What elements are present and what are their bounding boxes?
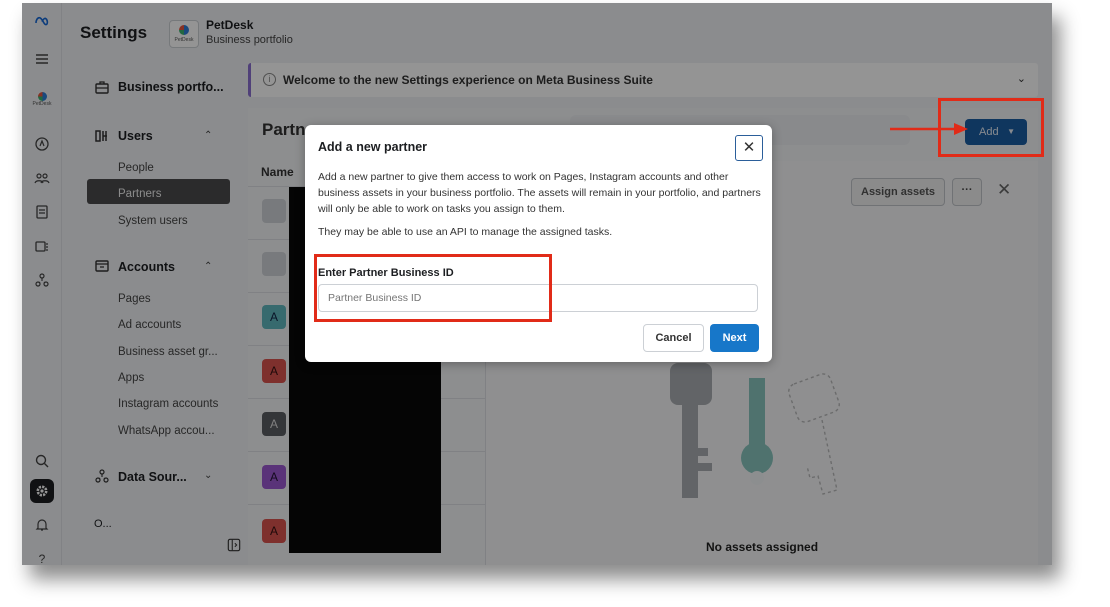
cancel-button[interactable]: Cancel (643, 324, 704, 352)
dialog-api-note: They may be able to use an API to manage… (318, 226, 613, 238)
arrow-right-icon (890, 123, 968, 135)
close-dialog-button[interactable]: ✕ (735, 135, 763, 161)
highlight-box-partner-id (314, 254, 552, 322)
next-button[interactable]: Next (710, 324, 759, 352)
settings-page: PetDesk ? Settings PetDesk PetDesk Busin… (22, 3, 1052, 565)
dialog-title: Add a new partner (318, 140, 428, 154)
add-partner-dialog: Add a new partner ✕ Add a new partner to… (305, 125, 772, 362)
dialog-description: Add a new partner to give them access to… (318, 171, 761, 215)
app-window: PetDesk ? Settings PetDesk PetDesk Busin… (22, 3, 1052, 565)
